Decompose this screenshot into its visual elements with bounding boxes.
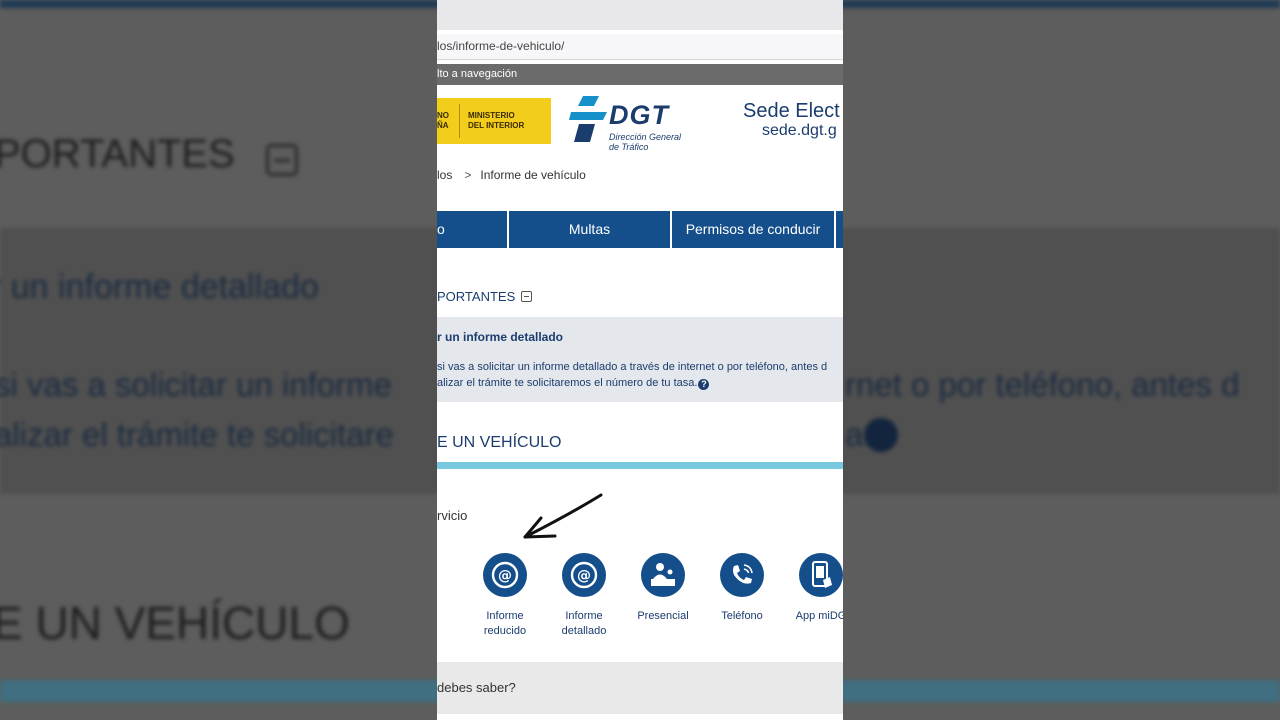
nav-item-vehiculos[interactable]: o	[437, 211, 509, 248]
channel-informe-reducido[interactable]: @ Informe reducido	[465, 553, 545, 639]
browser-top-bar	[437, 0, 843, 30]
gov-separator	[459, 104, 460, 138]
main-nav: o Multas Permisos de conducir	[437, 211, 843, 248]
gobierno-logo[interactable]: NO ÑA MINISTERIO DEL INTERIOR	[437, 98, 551, 144]
skip-to-navigation-link[interactable]: lto a navegación	[437, 64, 843, 85]
phone-icon	[720, 553, 764, 597]
info-title: r un informe detallado	[437, 330, 564, 344]
bg-important-title: PORTANTES	[0, 132, 235, 176]
info-text-line2-content: alizar el trámite te solicitaremos el nú…	[437, 377, 698, 389]
info-text-line2: alizar el trámite te solicitaremos el nú…	[437, 377, 710, 390]
bg-subtitle: r un informe detallado	[0, 268, 319, 306]
breadcrumb-prev-link[interactable]: los	[437, 168, 452, 182]
section-stripe	[437, 462, 843, 469]
dgt-logo-subtitle: Dirección General de Tráfico	[609, 132, 682, 152]
section-title: E UN VEHÍCULO	[437, 434, 562, 451]
bg-collapse-icon	[266, 144, 298, 176]
important-heading[interactable]: PORTANTES	[437, 289, 515, 304]
dgt-logo-text: DGT	[609, 100, 669, 130]
info-box: r un informe detallado si vas a solicita…	[437, 317, 843, 402]
channel-label: Informe reducido	[483, 610, 527, 637]
ministerio-text: MINISTERIO DEL INTERIOR	[468, 111, 525, 130]
sede-title[interactable]: Sede Elect	[743, 100, 840, 123]
channel-label: Informe detallado	[561, 610, 607, 637]
svg-text:@: @	[577, 568, 591, 584]
desk-person-icon	[641, 553, 685, 597]
channel-label: Teléfono	[721, 610, 763, 622]
sede-url[interactable]: sede.dgt.g	[762, 122, 837, 140]
bg-paragraph-line1-right: rnet o por teléfono, antes d	[845, 366, 1240, 403]
dgt-cross-icon	[569, 96, 607, 142]
channel-app-midgt[interactable]: App miDG	[781, 553, 843, 624]
collapse-icon[interactable]	[521, 291, 532, 302]
breadcrumb-current: Informe de vehículo	[480, 168, 586, 182]
nav-item-permisos[interactable]: Permisos de conducir	[672, 211, 836, 248]
bg-paragraph-line1-left: si vas a solicitar un informe	[0, 366, 392, 403]
at-icon: @	[483, 553, 527, 597]
nav-item-multas[interactable]: Multas	[509, 211, 672, 248]
svg-text:@: @	[498, 568, 512, 584]
breadcrumb-separator-icon: >	[464, 168, 472, 182]
at-icon: @	[562, 553, 606, 597]
bg-paragraph-line2-left: alizar el trámite te solicitare	[0, 416, 394, 453]
service-label: rvicio	[437, 508, 468, 523]
channel-label: Presencial	[637, 610, 689, 622]
bg-section-title: E UN VEHÍCULO	[0, 597, 350, 649]
bg-help-icon	[864, 418, 898, 452]
gov-left-text: NO ÑA	[437, 111, 449, 130]
channel-label: App miDG	[795, 610, 843, 622]
channel-informe-detallado[interactable]: @ Informe detallado	[544, 553, 624, 639]
channel-telefono[interactable]: Teléfono	[702, 553, 782, 624]
help-icon[interactable]: ?	[698, 379, 710, 390]
address-bar[interactable]: los/informe-de-vehiculo/	[437, 34, 843, 60]
channel-presencial[interactable]: Presencial	[623, 553, 703, 624]
annotation-arrow-icon	[523, 493, 603, 539]
faq-title: debes saber?	[437, 680, 516, 695]
info-text-line1: si vas a solicitar un informe detallado …	[437, 361, 828, 373]
dgt-logo[interactable]: DGT Dirección General de Tráfico	[569, 94, 689, 156]
mobile-app-icon	[799, 553, 843, 597]
faq-box[interactable]: debes saber?	[437, 662, 843, 714]
page-capture: los/informe-de-vehiculo/ lto a navegació…	[437, 0, 843, 720]
breadcrumb: los > Informe de vehículo	[437, 168, 586, 182]
